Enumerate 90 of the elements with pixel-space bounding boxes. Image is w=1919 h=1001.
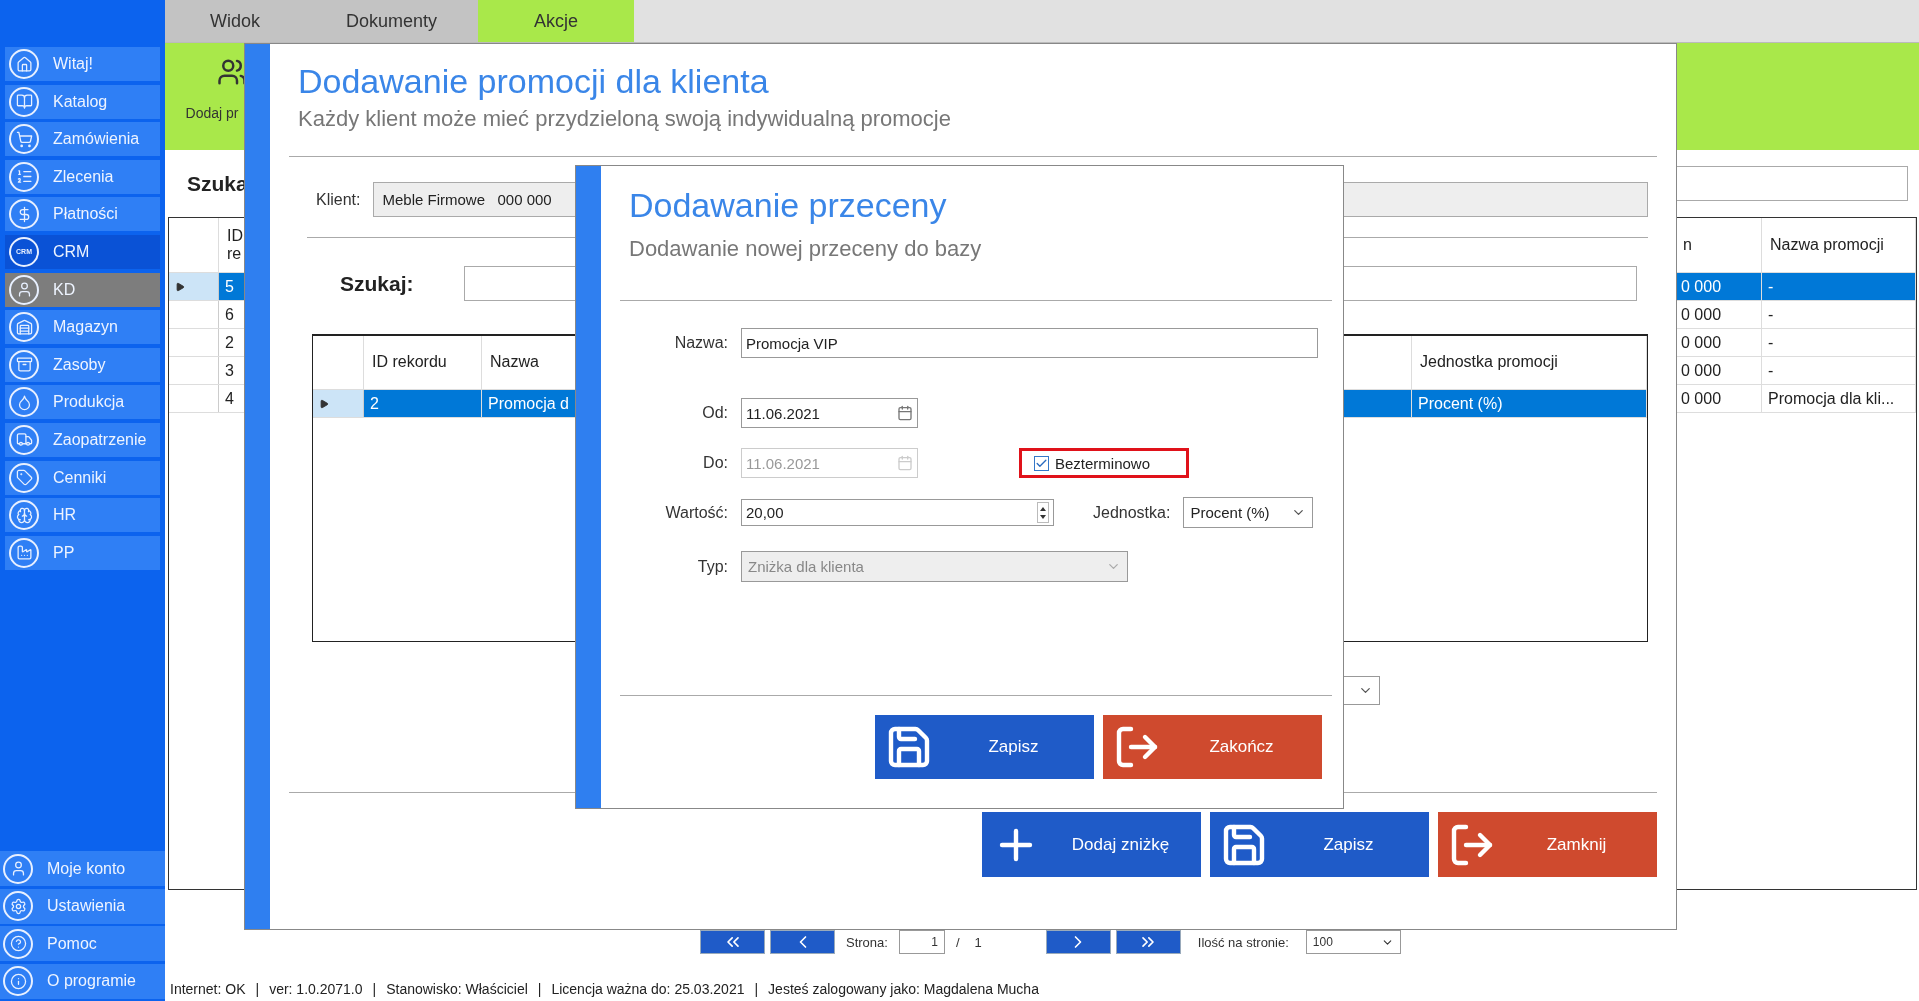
user-icon (9, 274, 39, 305)
menu-tab[interactable]: Widok (165, 0, 305, 42)
column-header: ID rekordu (364, 336, 482, 389)
user-icon (3, 853, 33, 884)
dialog-title: Dodawanie przeceny (629, 185, 948, 226)
page-label: Strona: (846, 934, 888, 950)
brain-icon (9, 500, 39, 531)
status-text: Stanowisko: Właściciel (386, 981, 528, 997)
page-separator: / (955, 934, 960, 950)
truck-icon (9, 424, 39, 455)
dialog-subtitle: Każdy klient może mieć przydzieloną swoją indywidualną promocje (298, 106, 952, 132)
home-icon (9, 49, 39, 79)
sidebar-item[interactable]: Zlecenia (5, 159, 160, 194)
sidebar-item[interactable]: PP (5, 535, 160, 570)
dollar-icon (9, 199, 39, 230)
add-button[interactable]: Dodaj zniżkę (982, 812, 1201, 877)
table-cell: 2 (364, 390, 482, 417)
client-label: Klient: (316, 190, 361, 209)
cart-icon (9, 124, 39, 155)
page-field[interactable]: 1 (898, 930, 945, 954)
sidebar-item[interactable]: Ustawienia (0, 888, 165, 924)
field-label: Jednostka: (1093, 503, 1171, 522)
pager-button[interactable] (1045, 930, 1111, 954)
status-separator: | (537, 981, 542, 997)
search-label: Szukaj: (340, 271, 414, 296)
status-separator: | (255, 981, 260, 997)
sidebar-item[interactable]: Zasoby (5, 347, 160, 382)
status-text: ver: 1.0.2071.0 (269, 981, 363, 997)
tag-icon (9, 462, 39, 493)
info-icon (3, 966, 33, 996)
per-page-dropdown[interactable]: 100 (1305, 930, 1401, 954)
dialog-title: Dodawanie promocji dla klienta (298, 61, 770, 102)
users-icon (217, 57, 247, 87)
status-text: Licencja ważna do: 25.03.2021 (551, 981, 745, 997)
book-icon (9, 86, 39, 117)
ribbon-button[interactable]: Dodaj pr (177, 43, 247, 150)
table-cell: 0 000 (1675, 273, 1762, 300)
row-pointer-icon (319, 398, 329, 409)
warehouse-icon (9, 312, 39, 343)
sidebar-item[interactable]: Płatności (5, 197, 160, 232)
pager-button[interactable] (770, 930, 835, 954)
sidebar-item[interactable]: Zamówienia (5, 122, 160, 157)
field-label: Typ: (696, 557, 728, 576)
settings-icon (3, 891, 33, 921)
date-field[interactable]: 11.06.2021 (741, 398, 918, 428)
save-button[interactable]: Zapisz (1210, 812, 1429, 877)
dialog-subtitle: Dodawanie nowej przeceny do bazy (629, 236, 983, 262)
sidebar-item[interactable]: Moje konto (0, 851, 165, 886)
sidebar-item[interactable]: KD (5, 272, 160, 307)
name-field[interactable]: Promocja VIP (741, 328, 1318, 358)
page-total: 1 (974, 934, 982, 950)
sidebar-item[interactable]: Zaopatrzenie (5, 422, 160, 457)
column-header: Jednostka promocji (1412, 336, 1647, 389)
menu-tab[interactable]: Akcje (478, 0, 634, 42)
unit-dropdown[interactable]: Procent (%) (1183, 497, 1314, 528)
status-text: Internet: OK (170, 981, 246, 997)
table-cell: - (1762, 273, 1916, 300)
pager-button[interactable] (1115, 930, 1181, 954)
sidebar-item[interactable]: HR (5, 498, 160, 533)
factory-icon (9, 537, 39, 568)
archive-icon (9, 349, 39, 380)
field-label: Nazwa: (673, 334, 728, 352)
sidebar-item[interactable]: O programie (0, 963, 165, 999)
droplet-icon (9, 387, 39, 418)
calendar-icon (897, 455, 913, 471)
spinner-icon[interactable] (1037, 502, 1049, 523)
help-icon (3, 928, 33, 959)
number-field[interactable]: 20,00 (741, 499, 1054, 526)
row-pointer-icon (175, 281, 185, 292)
field-label: Do: (702, 454, 728, 472)
close-button[interactable]: Zakończ (1103, 715, 1322, 779)
status-separator: | (372, 981, 377, 997)
calendar-icon (897, 405, 913, 421)
sidebar-item[interactable]: Katalog (5, 84, 160, 119)
status-text: Jesteś zalogowany jako: Magdalena Mucha (768, 981, 1039, 997)
status-separator: | (754, 981, 759, 997)
per-page-label: Ilość na stronie: (1197, 934, 1289, 950)
pager-button[interactable] (700, 930, 765, 954)
sidebar-item[interactable]: Magazyn (5, 310, 160, 345)
sidebar-item[interactable]: Witaj! (5, 47, 160, 81)
column-header: Nazwa promocji (1762, 218, 1916, 272)
list-icon (9, 161, 39, 192)
save-button[interactable]: Zapisz (875, 715, 1094, 779)
field-label: Wartość: (664, 503, 728, 522)
menu-tab[interactable]: Dokumenty (305, 0, 478, 42)
table-cell: Procent (%) (1412, 390, 1647, 417)
sidebar-item[interactable]: Pomoc (0, 926, 165, 961)
close-button[interactable]: Zamknij (1438, 812, 1657, 877)
sidebar-item[interactable]: Cenniki (5, 460, 160, 495)
sidebar-item[interactable]: Produkcja (5, 385, 160, 420)
